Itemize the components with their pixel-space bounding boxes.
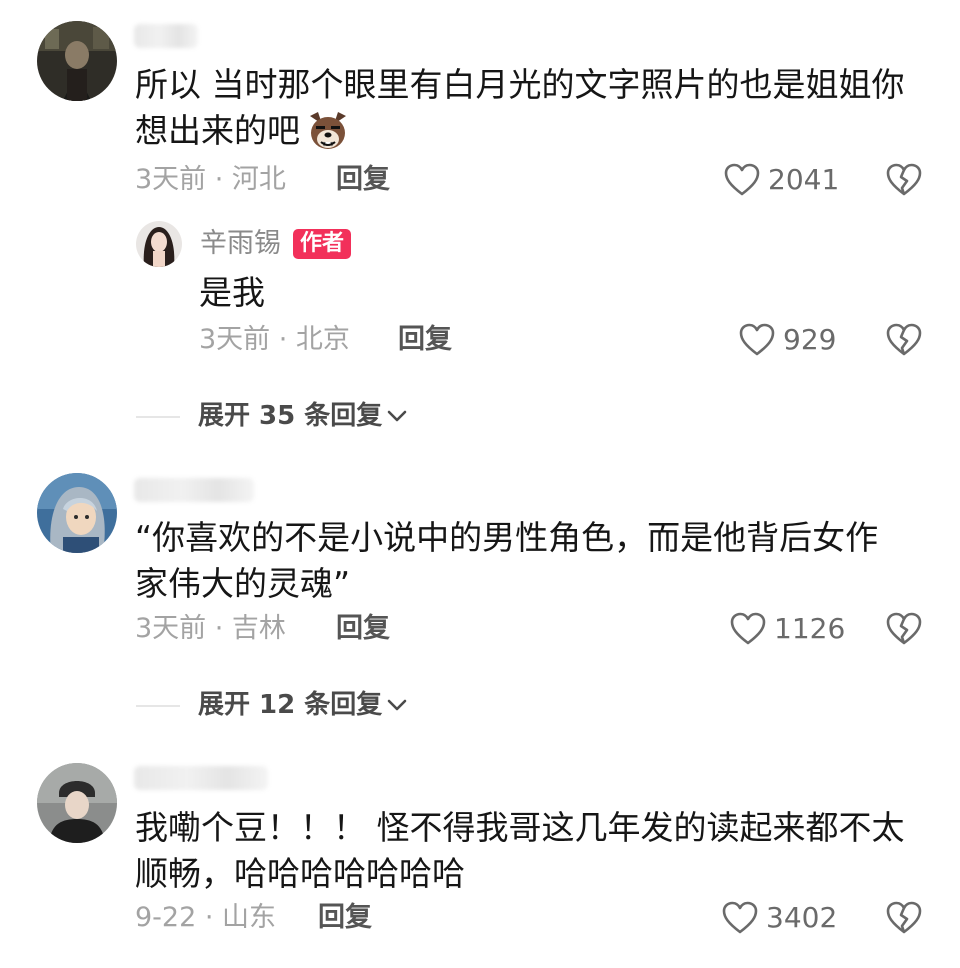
reply-button[interactable]: 回复 <box>318 901 372 935</box>
heart-icon <box>739 323 775 356</box>
chevron-down-icon <box>387 410 407 422</box>
heart-icon <box>722 901 758 934</box>
username-blurred[interactable] <box>134 24 198 48</box>
like-count: 2041 <box>768 163 840 196</box>
author-badge: 作者 <box>293 229 352 259</box>
comment-text: “你喜欢的不是小说中的男性角色，而是他背后女作 <box>135 518 879 557</box>
like-count: 929 <box>783 323 837 356</box>
like-button[interactable]: 2041 <box>724 163 839 197</box>
chevron-down-icon <box>387 699 407 711</box>
like-button[interactable]: 929 <box>739 323 836 357</box>
dog-emoji-icon <box>304 108 352 154</box>
comment-text: 所以 当时那个眼里有白月光的文字照片的也是姐姐你 <box>135 65 905 104</box>
comment-meta: 3天前 · 河北 <box>135 164 286 195</box>
dislike-button[interactable] <box>886 163 922 197</box>
expand-replies-button[interactable]: 展开 35 条回复 <box>198 399 408 433</box>
like-button[interactable]: 1126 <box>730 612 845 646</box>
divider <box>136 705 180 707</box>
reply-button[interactable]: 回复 <box>398 323 452 357</box>
broken-heart-icon <box>886 901 922 934</box>
expand-replies-label: 展开 12 条回复 <box>198 690 383 720</box>
heart-icon <box>724 163 760 196</box>
avatar[interactable] <box>37 763 117 843</box>
dislike-button[interactable] <box>886 901 922 935</box>
dislike-button[interactable] <box>886 323 922 357</box>
like-count: 3402 <box>766 901 838 934</box>
reply-text: 是我 <box>199 273 265 312</box>
broken-heart-icon <box>886 163 922 196</box>
reply-button[interactable]: 回复 <box>336 612 390 646</box>
expand-replies-button[interactable]: 展开 12 条回复 <box>198 688 408 722</box>
author-name[interactable]: 辛雨锡 <box>200 227 281 261</box>
reply-button[interactable]: 回复 <box>336 163 390 197</box>
author-avatar[interactable] <box>136 221 182 267</box>
like-button[interactable]: 3402 <box>722 901 837 935</box>
comment-text-line2: 家伟大的灵魂” <box>135 564 351 603</box>
comment-meta: 9-22 · 山东 <box>135 902 277 933</box>
reply-meta: 3天前 · 北京 <box>199 324 350 355</box>
author-line: 辛雨锡 作者 <box>200 227 352 261</box>
like-count: 1126 <box>774 612 846 645</box>
dislike-button[interactable] <box>886 612 922 646</box>
broken-heart-icon <box>886 612 922 645</box>
username-blurred[interactable] <box>134 766 268 790</box>
avatar[interactable] <box>37 21 117 101</box>
avatar[interactable] <box>37 473 117 553</box>
broken-heart-icon <box>886 323 922 356</box>
username-blurred[interactable] <box>134 478 254 502</box>
comment-text: 我嘞个豆！！！ 怪不得我哥这几年发的读起来都不太 <box>135 808 905 847</box>
comment-meta: 3天前 · 吉林 <box>135 613 286 644</box>
comment-text-line2: 顺畅，哈哈哈哈哈哈哈 <box>135 854 465 893</box>
divider <box>136 416 180 418</box>
heart-icon <box>730 612 766 645</box>
expand-replies-label: 展开 35 条回复 <box>198 401 383 431</box>
comment-text-line2: 想出来的吧 <box>135 108 352 154</box>
